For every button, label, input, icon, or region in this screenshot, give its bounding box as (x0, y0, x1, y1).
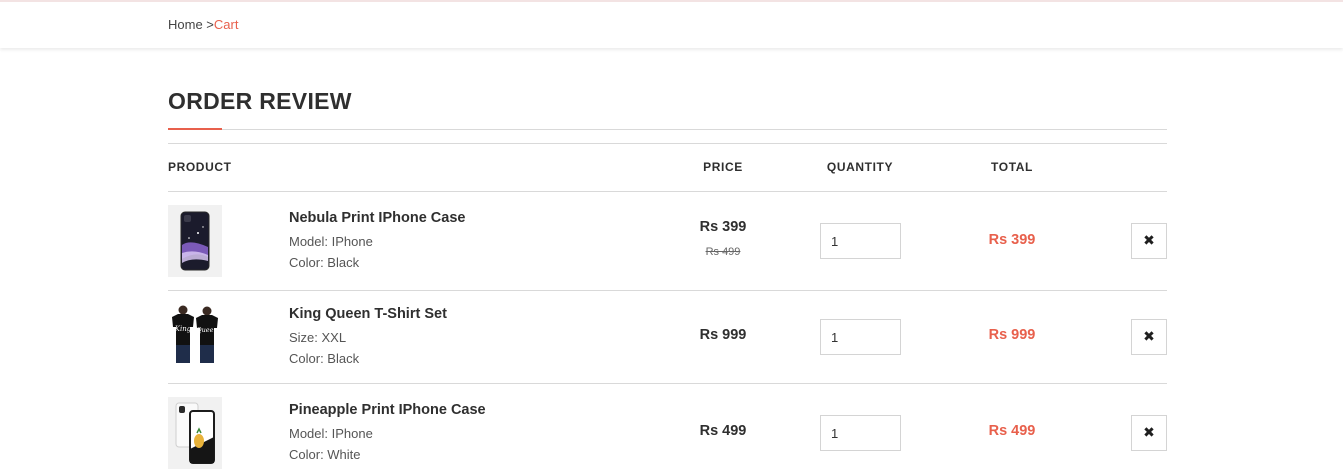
product-size: Size: XXL (289, 330, 347, 345)
product-name[interactable]: King Queen T-Shirt Set (289, 306, 447, 322)
product-color: Color: Black (289, 255, 360, 270)
product-color: Color: White (289, 447, 361, 462)
svg-text:King: King (174, 325, 192, 333)
product-name[interactable]: Pineapple Print IPhone Case (289, 402, 486, 418)
breadcrumb: Home >Cart (168, 17, 238, 32)
quantity-input[interactable] (820, 319, 901, 355)
phone-case-pineapple-icon (168, 397, 222, 469)
close-icon: ✖ (1143, 425, 1155, 441)
line-total: Rs 399 (988, 232, 1036, 248)
tshirt-pair-icon: King Queen (172, 305, 218, 363)
title-accent-underline (168, 128, 222, 130)
product-thumbnail[interactable] (168, 205, 222, 277)
phone-case-nebula-icon (168, 205, 222, 277)
remove-item-button[interactable]: ✖ (1131, 319, 1167, 355)
column-header-total: TOTAL (991, 160, 1033, 174)
product-original-price: Rs 499 (705, 246, 741, 258)
close-icon: ✖ (1143, 329, 1155, 345)
product-price: Rs 999 (699, 327, 747, 343)
remove-item-button[interactable]: ✖ (1131, 223, 1167, 259)
product-model: Model: IPhone (289, 234, 373, 249)
product-name[interactable]: Nebula Print IPhone Case (289, 210, 465, 226)
page-title: ORDER REVIEW (168, 88, 352, 114)
cart-row: King Queen King Queen T-Shirt Set Size: … (168, 291, 1167, 384)
product-color: Color: Black (289, 351, 360, 366)
cart-row: Nebula Print IPhone Case Model: IPhone C… (168, 192, 1167, 291)
line-total: Rs 999 (988, 327, 1036, 343)
remove-item-button[interactable]: ✖ (1131, 415, 1167, 451)
product-thumbnail[interactable] (168, 397, 222, 469)
product-model: Model: IPhone (289, 426, 373, 441)
column-header-quantity: QUANTITY (826, 160, 894, 174)
breadcrumb-home-link[interactable]: Home > (168, 17, 214, 32)
title-divider (168, 129, 1167, 130)
product-price: Rs 399 (699, 219, 747, 235)
product-thumbnail[interactable]: King Queen (168, 305, 222, 365)
quantity-input[interactable] (820, 223, 901, 259)
cart-row: Pineapple Print IPhone Case Model: IPhon… (168, 384, 1167, 470)
quantity-input[interactable] (820, 415, 901, 451)
table-top-divider (168, 143, 1167, 144)
close-icon: ✖ (1143, 233, 1155, 249)
breadcrumb-current: Cart (213, 17, 239, 32)
line-total: Rs 499 (988, 423, 1036, 439)
breadcrumb-bar: Home >Cart (0, 0, 1343, 48)
column-header-product: PRODUCT (168, 160, 232, 174)
column-header-price: PRICE (703, 160, 743, 174)
svg-text:Queen: Queen (196, 326, 217, 334)
product-price: Rs 499 (699, 423, 747, 439)
